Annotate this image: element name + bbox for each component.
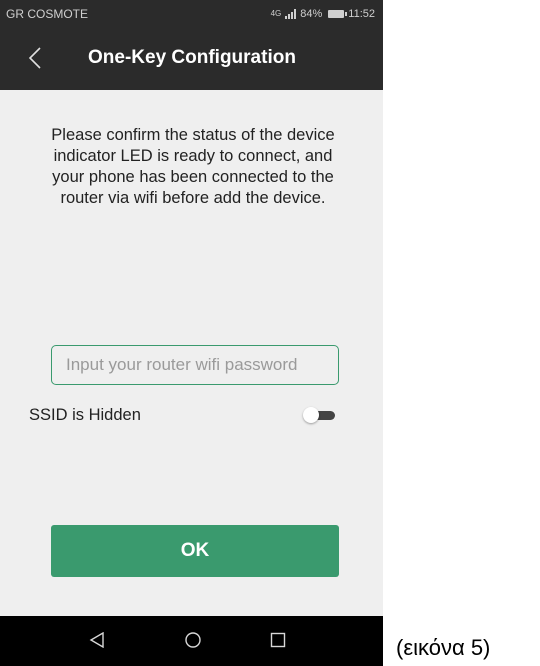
chevron-left-icon — [28, 47, 41, 69]
back-button[interactable] — [20, 43, 50, 73]
instruction-text: Please confirm the status of the device … — [51, 126, 335, 207]
nav-recents-button[interactable] — [266, 628, 290, 652]
figure-caption: (εικόνα 5) — [396, 635, 491, 660]
phone-screen: GR COSMOTE 4G 84% 11:52 One-Key Configur… — [0, 0, 383, 666]
toggle-knob — [303, 407, 319, 423]
ssid-hidden-label: SSID is Hidden — [29, 406, 141, 424]
wifi-password-input[interactable] — [51, 345, 339, 385]
status-indicators: 4G 84% 11:52 — [271, 8, 375, 20]
signal-icon — [285, 8, 297, 19]
clock: 11:52 — [348, 7, 375, 20]
navigation-bar — [0, 616, 383, 666]
circle-home-icon — [185, 632, 201, 648]
ssid-hidden-toggle[interactable] — [303, 407, 336, 423]
carrier-name: GR COSMOTE — [6, 6, 89, 21]
battery-percent: 84% — [300, 7, 323, 20]
battery-icon — [328, 9, 348, 18]
triangle-back-icon — [89, 632, 104, 648]
page-title: One-Key Configuration — [88, 47, 296, 68]
status-bar: GR COSMOTE 4G 84% 11:52 — [0, 0, 383, 27]
square-recents-icon — [270, 632, 286, 648]
nav-back-button[interactable] — [85, 628, 109, 652]
ok-button[interactable]: OK — [51, 525, 339, 577]
screenshot-page: GR COSMOTE 4G 84% 11:52 One-Key Configur… — [0, 0, 540, 666]
network-type: 4G — [270, 9, 282, 18]
title-bar: One-Key Configuration — [0, 27, 383, 90]
nav-home-button[interactable] — [181, 628, 205, 652]
